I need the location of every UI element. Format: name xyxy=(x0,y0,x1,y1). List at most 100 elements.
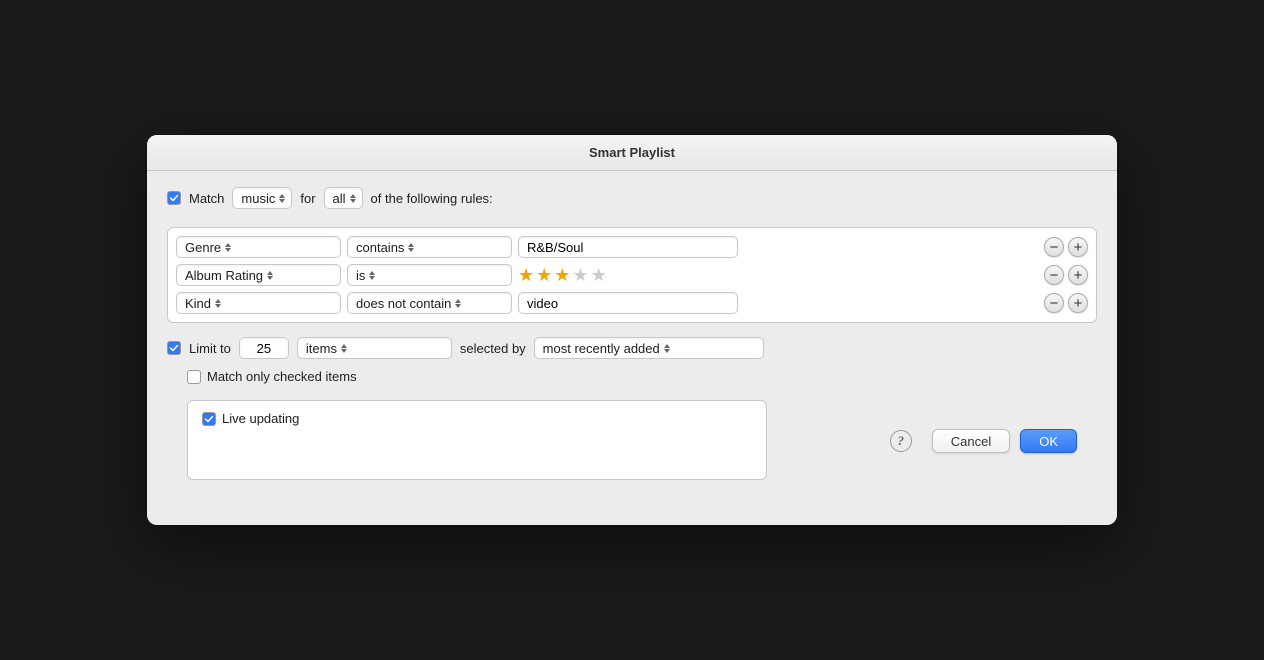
chevron-down-icon xyxy=(341,349,347,353)
title-bar: Smart Playlist xyxy=(147,135,1117,171)
items-chevrons xyxy=(341,344,347,353)
chevron-down-icon xyxy=(350,199,356,203)
all-select-value: all xyxy=(333,191,346,206)
rule-row-album-rating: Album Rating is ★ ★ ★ xyxy=(176,264,1088,286)
selected-by-label: selected by xyxy=(460,341,526,356)
kind-add-button[interactable]: + xyxy=(1068,293,1088,313)
limit-row: Limit to items selected by most recently… xyxy=(167,337,1097,359)
for-label: for xyxy=(300,191,315,206)
genre-field-value: Genre xyxy=(185,240,221,255)
genre-field-select[interactable]: Genre xyxy=(176,236,341,258)
chevron-up-icon xyxy=(664,344,670,348)
limit-checkbox[interactable] xyxy=(167,341,181,355)
chevron-up-icon xyxy=(225,243,231,247)
rules-label: of the following rules: xyxy=(371,191,493,206)
kind-field-select[interactable]: Kind xyxy=(176,292,341,314)
all-select[interactable]: all xyxy=(324,187,363,209)
chevron-up-icon xyxy=(408,243,414,247)
chevron-up-icon xyxy=(369,271,375,275)
chevron-down-icon xyxy=(279,199,285,203)
all-select-chevrons xyxy=(350,194,356,203)
chevron-up-icon xyxy=(215,299,221,303)
kind-field-value: Kind xyxy=(185,296,211,311)
genre-remove-button[interactable]: − xyxy=(1044,237,1064,257)
star-2[interactable]: ★ xyxy=(536,266,552,284)
live-updating-checkbox[interactable] xyxy=(202,412,216,426)
minus-icon: − xyxy=(1050,296,1059,311)
dialog-title: Smart Playlist xyxy=(589,145,675,160)
match-checked-row: Match only checked items xyxy=(187,369,767,384)
live-updating-label: Live updating xyxy=(222,411,299,426)
genre-value-input[interactable] xyxy=(518,236,738,258)
live-updating-row: Live updating xyxy=(202,411,752,426)
recently-added-chevrons xyxy=(664,344,670,353)
genre-condition-select[interactable]: contains xyxy=(347,236,512,258)
star-4[interactable]: ★ xyxy=(572,266,588,284)
limit-label: Limit to xyxy=(189,341,231,356)
plus-icon: + xyxy=(1074,240,1083,255)
chevron-up-icon xyxy=(267,271,273,275)
plus-icon: + xyxy=(1074,296,1083,311)
star-5[interactable]: ★ xyxy=(591,266,607,284)
album-rating-add-button[interactable]: + xyxy=(1068,265,1088,285)
genre-condition-chevrons xyxy=(408,243,414,252)
rule-row-genre: Genre contains − xyxy=(176,236,1088,258)
chevron-up-icon xyxy=(341,344,347,348)
left-options: Match only checked items Live updating xyxy=(187,369,767,480)
album-rating-remove-button[interactable]: − xyxy=(1044,265,1064,285)
genre-add-button[interactable]: + xyxy=(1068,237,1088,257)
plus-icon: + xyxy=(1074,268,1083,283)
album-rating-condition-select[interactable]: is xyxy=(347,264,512,286)
rule-row-kind: Kind does not contain − xyxy=(176,292,1088,314)
help-icon: ? xyxy=(897,433,904,449)
match-checked-checkbox[interactable] xyxy=(187,370,201,384)
kind-condition-chevrons xyxy=(455,299,461,308)
album-rating-condition-chevrons xyxy=(369,271,375,280)
chevron-down-icon xyxy=(267,276,273,280)
music-select[interactable]: music xyxy=(232,187,292,209)
chevron-down-icon xyxy=(215,304,221,308)
kind-condition-select[interactable]: does not contain xyxy=(347,292,512,314)
music-select-value: music xyxy=(241,191,275,206)
star-1[interactable]: ★ xyxy=(518,266,534,284)
kind-condition-value: does not contain xyxy=(356,296,451,311)
dialog-body: Match music for all of the following rul… xyxy=(147,171,1117,500)
help-button[interactable]: ? xyxy=(890,430,912,452)
genre-chevrons xyxy=(225,243,231,252)
match-label: Match xyxy=(189,191,224,206)
album-rating-chevrons xyxy=(267,271,273,280)
chevron-up-icon xyxy=(279,194,285,198)
star-3[interactable]: ★ xyxy=(554,266,570,284)
match-row: Match music for all of the following rul… xyxy=(167,187,1097,209)
album-rating-field-value: Album Rating xyxy=(185,268,263,283)
chevron-up-icon xyxy=(455,299,461,303)
items-select-value: items xyxy=(306,341,337,356)
music-select-chevrons xyxy=(279,194,285,203)
rules-section: Genre contains − xyxy=(167,227,1097,323)
genre-condition-value: contains xyxy=(356,240,404,255)
minus-icon: − xyxy=(1050,240,1059,255)
items-select[interactable]: items xyxy=(297,337,452,359)
chevron-down-icon xyxy=(455,304,461,308)
minus-icon: − xyxy=(1050,268,1059,283)
album-rating-condition-value: is xyxy=(356,268,365,283)
kind-remove-button[interactable]: − xyxy=(1044,293,1064,313)
chevron-up-icon xyxy=(350,194,356,198)
options-box: Live updating xyxy=(187,400,767,480)
chevron-down-icon xyxy=(408,248,414,252)
limit-number-input[interactable] xyxy=(239,337,289,359)
recently-added-select[interactable]: most recently added xyxy=(534,337,764,359)
star-rating[interactable]: ★ ★ ★ ★ ★ xyxy=(518,266,1038,284)
album-rating-rule-buttons: − + xyxy=(1044,265,1088,285)
kind-chevrons xyxy=(215,299,221,308)
chevron-down-icon xyxy=(225,248,231,252)
chevron-down-icon xyxy=(369,276,375,280)
album-rating-field-select[interactable]: Album Rating xyxy=(176,264,341,286)
kind-value-input[interactable] xyxy=(518,292,738,314)
match-checkbox[interactable] xyxy=(167,191,181,205)
ok-button[interactable]: OK xyxy=(1020,429,1077,453)
genre-rule-buttons: − + xyxy=(1044,237,1088,257)
recently-added-value: most recently added xyxy=(543,341,660,356)
chevron-down-icon xyxy=(664,349,670,353)
cancel-button[interactable]: Cancel xyxy=(932,429,1010,453)
